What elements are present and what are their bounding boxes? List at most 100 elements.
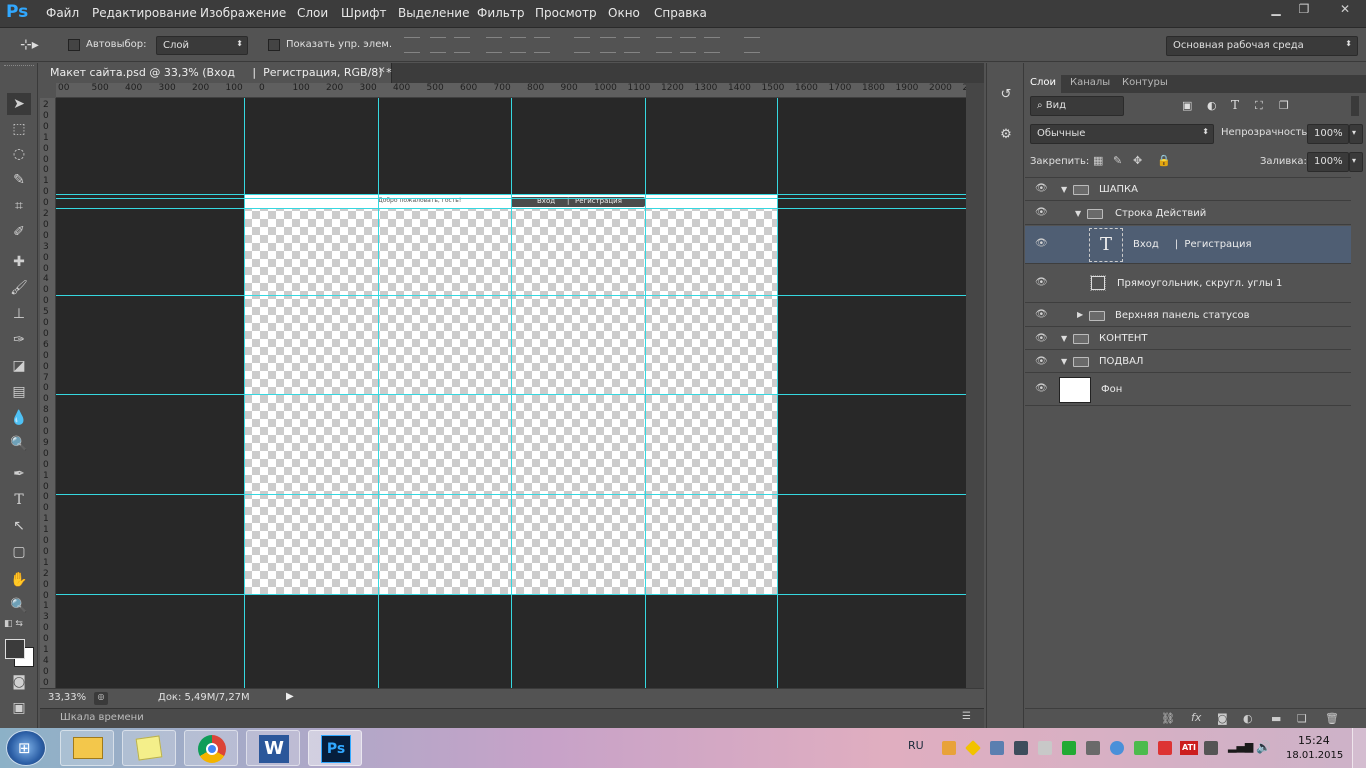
layer-filter-dropdown[interactable]: ⌕ Вид [1030,96,1124,116]
collapse-arrow-icon[interactable]: ▶ [1077,310,1083,319]
guide-horizontal[interactable] [56,198,966,199]
adjustment-layer-icon[interactable]: ◐ [1243,712,1253,725]
start-button[interactable]: ⊞ [6,730,46,766]
expand-arrow-icon[interactable]: ▼ [1061,334,1067,343]
dodge-tool-icon[interactable]: 🔍 [7,433,31,455]
tray-check-icon[interactable] [1134,741,1148,755]
tray-monitor-icon[interactable] [1086,741,1100,755]
align-right-icon[interactable] [534,37,550,53]
guide-horizontal[interactable] [56,194,966,195]
opacity-input[interactable]: 100% [1307,124,1349,144]
move-tool-icon[interactable]: ➤ [7,93,31,115]
show-transform-checkbox[interactable] [268,39,280,51]
close-tab-icon[interactable]: ✕ [378,66,386,76]
history-brush-tool-icon[interactable]: ✑ [7,329,31,351]
distribute-left-icon[interactable] [656,37,672,53]
tray-ati-icon[interactable]: ATI [1180,741,1198,755]
properties-panel-icon[interactable]: ⚙ [996,127,1016,147]
lock-pixels-icon[interactable]: ✎ [1113,154,1122,167]
guide-horizontal[interactable] [56,295,966,296]
fill-arrow-icon[interactable]: ▾ [1349,152,1363,172]
layer-row-rounded-rect[interactable]: 👁 Прямоугольник, скругл. углы 1 [1025,265,1351,303]
path-select-tool-icon[interactable]: ↖ [7,515,31,537]
clock-time[interactable]: 15:24 [1298,734,1330,747]
lasso-tool-icon[interactable]: ◌ [7,143,31,165]
panel-menu-icon[interactable]: ☰ [962,711,971,722]
menu-image[interactable]: Изображение [200,6,286,20]
guide-horizontal[interactable] [56,208,966,209]
move-tool-preset-icon[interactable]: ⊹▸ [20,37,39,53]
menu-file[interactable]: Файл [46,6,79,20]
filter-toggle[interactable] [1351,96,1359,116]
guide-horizontal[interactable] [56,494,966,495]
distribute-hcenter-icon[interactable] [680,37,696,53]
marquee-tool-icon[interactable]: ⬚ [7,118,31,140]
layer-row-text-selected[interactable]: 👁 T Вход | Регистрация [1025,226,1351,264]
menu-window[interactable]: Окно [608,6,640,20]
tray-warning-icon[interactable] [965,740,981,756]
clone-stamp-tool-icon[interactable]: ⊥ [7,303,31,325]
layer-row-status-bar-group[interactable]: 👁 ▶ Верхняя панель статусов [1025,304,1351,327]
guide-vertical[interactable] [378,98,379,688]
tray-green-app-icon[interactable] [1062,741,1076,755]
auto-align-icon[interactable] [744,37,760,53]
workspace-dropdown[interactable]: Основная рабочая среда ⬍ [1166,36,1358,56]
tray-device-icon[interactable] [1014,741,1028,755]
tray-pause-icon[interactable] [942,741,956,755]
guide-vertical[interactable] [777,98,778,688]
gradient-tool-icon[interactable]: ▤ [7,381,31,403]
delete-layer-icon[interactable]: 🗑 [1325,712,1339,725]
guide-vertical[interactable] [645,98,646,688]
add-mask-icon[interactable]: ◙ [1217,712,1228,725]
new-group-icon[interactable]: ▬ [1271,712,1281,725]
distribute-vcenter-icon[interactable] [600,37,616,53]
autoselect-checkbox[interactable] [68,39,80,51]
visibility-eye-icon[interactable]: 👁 [1035,309,1048,320]
restore-button[interactable]: ❐ [1292,2,1316,18]
visibility-eye-icon[interactable]: 👁 [1035,183,1048,194]
visibility-eye-icon[interactable]: 👁 [1035,277,1048,288]
filter-pixel-icon[interactable]: ▣ [1182,99,1192,112]
healing-brush-tool-icon[interactable]: ✚ [7,251,31,273]
guide-vertical[interactable] [511,98,512,688]
layer-row-background[interactable]: 👁 Фон [1025,374,1351,406]
zoom-tool-icon[interactable]: 🔍 [7,595,31,617]
canvas-area[interactable]: Добро пожаловать, гость! Вход | Регистра… [56,98,966,688]
visibility-eye-icon[interactable]: 👁 [1035,333,1048,344]
crop-tool-icon[interactable]: ⌗ [7,195,31,217]
align-top-icon[interactable] [404,37,420,53]
autoselect-dropdown[interactable]: Слой ⬍ [156,36,248,55]
filter-type-icon[interactable]: T [1231,98,1239,112]
zoom-level[interactable]: 33,33% [48,692,86,703]
panel-grip[interactable] [4,65,34,69]
distribute-bottom-icon[interactable] [624,37,640,53]
tray-keyboard-icon[interactable] [1038,741,1052,755]
lock-all-icon[interactable]: 🔒 [1157,154,1171,167]
type-tool-icon[interactable]: T [7,489,31,511]
taskbar-photoshop[interactable]: Ps [308,730,362,766]
expand-arrow-icon[interactable]: ▼ [1075,209,1081,218]
layer-row-header-group[interactable]: 👁 ▼ ШАПКА [1025,178,1351,201]
filter-smart-object-icon[interactable]: ❐ [1279,99,1289,112]
show-desktop-button[interactable] [1352,728,1366,768]
lock-transparent-icon[interactable]: ▦ [1093,154,1103,167]
menu-select[interactable]: Выделение [398,6,469,20]
rectangle-tool-icon[interactable]: ▢ [7,541,31,563]
menu-edit[interactable]: Редактирование [92,6,197,20]
guide-horizontal[interactable] [56,394,966,395]
pen-tool-icon[interactable]: ✒ [7,463,31,485]
taskbar-sticky-notes[interactable] [122,730,176,766]
eyedropper-tool-icon[interactable]: ✐ [7,221,31,243]
align-left-icon[interactable] [486,37,502,53]
signal-strength-icon[interactable]: ▂▄▆ [1228,740,1253,753]
layer-style-icon[interactable]: fx [1191,711,1201,724]
expand-arrow-icon[interactable]: ▼ [1061,357,1067,366]
expand-arrow-icon[interactable]: ▼ [1061,185,1067,194]
menu-type[interactable]: Шрифт [341,6,387,20]
default-colors-icon[interactable]: ◧ ⇆ [4,619,23,629]
eraser-tool-icon[interactable]: ◪ [7,355,31,377]
layer-row-footer-group[interactable]: 👁 ▼ ПОДВАЛ [1025,351,1351,373]
link-layers-icon[interactable]: ⛓ [1161,712,1175,725]
visibility-eye-icon[interactable]: 👁 [1035,238,1048,249]
filter-shape-icon[interactable]: ⛶ [1255,99,1263,113]
